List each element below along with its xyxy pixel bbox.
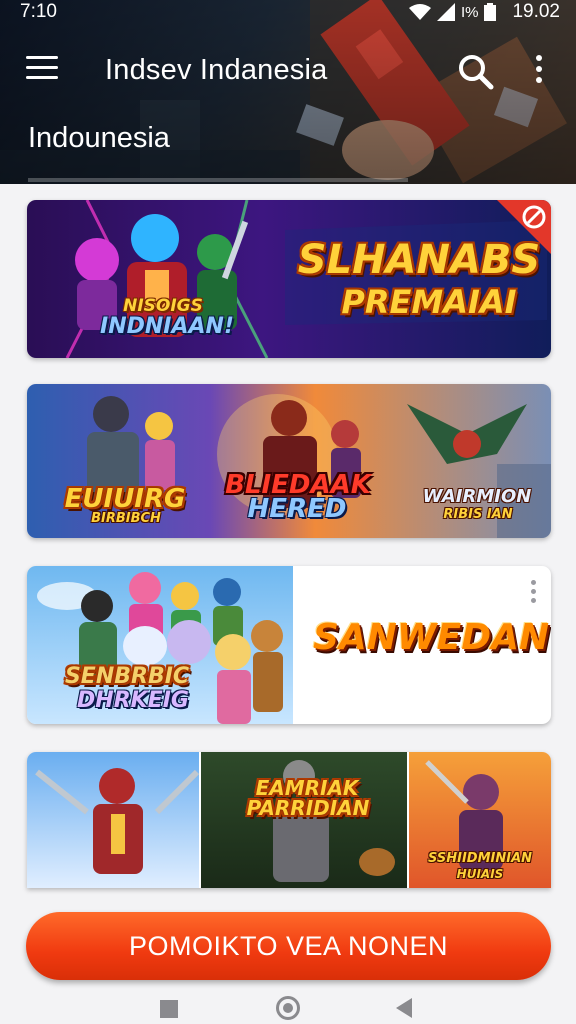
game-card-3[interactable]: SENBRBIC DHRKEIG SANWEDAN (27, 566, 551, 724)
card-left-subtitle: BIRBIBCH (91, 511, 161, 526)
card-center-subtitle: HERED (247, 494, 347, 524)
more-vertical-icon[interactable] (526, 52, 552, 92)
home-circle-icon[interactable] (276, 996, 300, 1020)
card-center-title-line2: PARRIDIAN (246, 796, 370, 820)
target-badge-icon (522, 205, 546, 229)
status-clock-right: 19.02 (512, 1, 560, 22)
card-right-title-line2: HUIAIS (456, 867, 504, 881)
status-right-group: I% 19.02 (408, 1, 560, 23)
card-right-title: WAIRMION (422, 486, 532, 507)
system-nav-bar (0, 990, 576, 1024)
card-title-line2: PREMAIAI (341, 283, 517, 321)
signal-icon (436, 3, 455, 21)
app-screen: 7:10 I% 19.02 Indsev Indanesia Indounesi… (0, 0, 576, 1024)
wifi-icon (408, 4, 431, 20)
toolbar: Indsev Indanesia (0, 44, 576, 96)
battery-icon (484, 3, 497, 21)
primary-cta-button[interactable]: POMOIKTO VEA NONEN (26, 912, 551, 980)
hamburger-menu-icon[interactable] (26, 56, 60, 84)
recents-triangle-icon[interactable] (396, 998, 412, 1018)
card-right-subtitle: RIBIS IAN (443, 507, 513, 522)
more-vertical-icon[interactable] (527, 578, 539, 606)
card-subtitle-line1: NISOIGS (123, 296, 203, 316)
card-right-title: SANWEDAN (313, 617, 550, 658)
tab-indicator (28, 178, 408, 182)
card-center-title-line1: EAMRIAK (255, 776, 359, 800)
card-left-subtitle: DHRKEIG (77, 688, 189, 713)
card-left-title: SENBRBIC (64, 664, 190, 689)
card-right-title-line1: SSHIIDMINIAN (427, 851, 533, 866)
status-time: 7:10 (20, 1, 57, 22)
search-icon[interactable] (456, 52, 496, 92)
game-card-2[interactable]: EUIUIRG BIRBIBCH BLIEDAAK HERED WAIRMION… (27, 384, 551, 538)
card-left-title: EUIUIRG (64, 484, 186, 514)
section-title: Indounesia (28, 122, 170, 154)
battery-percent-text: I% (460, 3, 479, 21)
game-card-4[interactable]: EAMRIAK PARRIDIAN SSHIIDMINIAN HUIAIS (27, 752, 551, 888)
game-card-1[interactable]: SLHANABS PREMAIAI NISOIGS INDNIAAN! (27, 200, 551, 358)
card-subtitle-line2: INDNIAAN! (100, 314, 234, 339)
app-header: 7:10 I% 19.02 Indsev Indanesia Indounesi… (0, 0, 576, 184)
app-title: Indsev Indanesia (105, 54, 328, 86)
status-bar: 7:10 I% 19.02 (0, 0, 576, 26)
back-square-icon[interactable] (160, 1000, 178, 1018)
